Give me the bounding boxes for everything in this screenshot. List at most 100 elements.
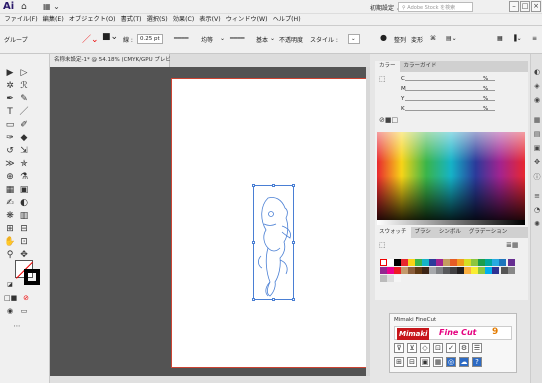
fill-color-picker[interactable]: ／⌄ <box>82 32 99 45</box>
default-colors-icon[interactable]: ◪ <box>4 279 16 291</box>
graph-tool-icon[interactable]: ▥ <box>18 210 30 222</box>
panel-menu-icon[interactable]: ▐⌄ <box>512 35 522 42</box>
tab-brushes[interactable]: ブラシ <box>411 227 435 238</box>
none-mode-icon[interactable]: ⊘ <box>20 292 32 304</box>
curvature-tool-icon[interactable]: ✎ <box>18 93 30 105</box>
fill-stroke-toggle-icon[interactable]: ⬚ <box>379 241 386 249</box>
stroke-color-swatch[interactable] <box>24 269 40 285</box>
outline-icon[interactable]: ◇ <box>420 343 430 353</box>
opacity-link[interactable]: 不透明度 <box>279 35 303 44</box>
swatch[interactable] <box>499 259 506 266</box>
selected-artwork[interactable] <box>252 184 295 301</box>
eraser-tool-icon[interactable]: ◆ <box>18 132 30 144</box>
resize-handle[interactable] <box>292 241 295 244</box>
swatch[interactable] <box>387 267 394 274</box>
resize-handle[interactable] <box>272 298 275 301</box>
blend-tool-icon[interactable]: ◐ <box>18 197 30 209</box>
draw-mode-icon[interactable]: ◉ <box>4 305 16 317</box>
swatch[interactable] <box>436 267 443 274</box>
swatch[interactable] <box>380 259 387 266</box>
variable-width-profile[interactable]: 均等 <box>201 35 213 44</box>
fill-stroke-toggle-icon[interactable]: ⬚ <box>379 75 386 83</box>
magic-wand-tool-icon[interactable]: ✲ <box>4 80 16 92</box>
menu-file[interactable]: ファイル(F) <box>2 14 40 25</box>
menu-object[interactable]: オブジェクト(O) <box>66 14 118 25</box>
list-view-icon[interactable]: ≣▦ <box>506 241 518 249</box>
layout-icon[interactable]: ⊡ <box>433 343 443 353</box>
puppet-warp-tool-icon[interactable]: ✯ <box>18 158 30 170</box>
register-mark-icon[interactable]: ⊻ <box>407 343 417 353</box>
swatch[interactable] <box>436 259 443 266</box>
swatch[interactable] <box>508 267 516 274</box>
swatch[interactable] <box>387 259 394 266</box>
trace-icon[interactable]: ⊞ <box>394 357 404 367</box>
minimize-button[interactable]: – <box>509 1 519 12</box>
width-tool-icon[interactable]: ≫ <box>4 158 16 170</box>
swatch[interactable] <box>429 267 436 274</box>
transparency-panel-icon[interactable]: ◔ <box>532 206 542 214</box>
swatch[interactable] <box>471 259 478 266</box>
artboards-panel-icon[interactable]: ▦ <box>532 116 542 124</box>
selection-tool-icon[interactable]: ▶ <box>4 67 16 79</box>
workspace-selector[interactable]: 初期設定 ⌄ <box>370 3 401 12</box>
type-tool-icon[interactable]: T <box>4 106 16 118</box>
arrange-documents-icon[interactable]: ▦ <box>497 35 503 42</box>
none-black-white-icon[interactable]: ⊘■□ <box>379 116 398 124</box>
swatch[interactable] <box>415 259 422 266</box>
style-dropdown[interactable]: ⌄ <box>348 34 360 44</box>
swatch[interactable] <box>394 259 401 266</box>
eyedropper-tool-icon[interactable]: ✍ <box>4 197 16 209</box>
frame-icon[interactable]: ▣ <box>420 357 430 367</box>
web-icon[interactable]: ◎ <box>446 357 456 367</box>
swatch[interactable] <box>415 267 422 274</box>
swatch[interactable] <box>471 267 478 274</box>
cloud-icon[interactable]: ☁ <box>459 357 469 367</box>
hand-tool-icon[interactable]: ✋ <box>4 236 16 248</box>
grid-icon[interactable]: ▦ <box>433 357 443 367</box>
stock-search-input[interactable]: ⚲ Adobe Stock を検索 <box>398 2 473 12</box>
direct-selection-tool-icon[interactable]: ▷ <box>18 67 30 79</box>
symbol-sprayer-tool-icon[interactable]: ❋ <box>4 210 16 222</box>
shape-builder-tool-icon[interactable]: ⊕ <box>4 171 16 183</box>
transform-panel-icon[interactable]: ✥ <box>532 158 542 166</box>
arrange-icon[interactable]: ▤⌄ <box>446 35 457 42</box>
align-panel-icon[interactable]: ▤ <box>532 130 542 138</box>
swatch[interactable] <box>464 259 471 266</box>
swatch[interactable] <box>429 259 436 266</box>
menu-help[interactable]: ヘルプ(H) <box>270 14 303 25</box>
appearance-panel-icon[interactable]: ◉ <box>532 96 542 104</box>
document-tab[interactable]: 名称未設定-1* @ 54.18% (CMYK/GPU プレビュー) × <box>50 54 190 67</box>
paintbrush-tool-icon[interactable]: ✐ <box>18 119 30 131</box>
list-icon[interactable]: ☰ <box>472 343 482 353</box>
swatch[interactable] <box>380 275 387 282</box>
swatch[interactable] <box>380 267 387 274</box>
rotate-tool-icon[interactable]: ↺ <box>4 145 16 157</box>
tab-color[interactable]: カラー <box>375 61 400 72</box>
color-mode-icon[interactable]: □■ <box>4 292 17 304</box>
menu-window[interactable]: ウィンドウ(W) <box>223 14 270 25</box>
swatch[interactable] <box>394 267 401 274</box>
more-options-icon[interactable]: ≡ <box>532 35 537 42</box>
swatch[interactable] <box>478 259 485 266</box>
swatch[interactable] <box>443 267 450 274</box>
swatch[interactable] <box>457 267 464 274</box>
extract-icon[interactable]: ⊟ <box>407 357 417 367</box>
swatch[interactable] <box>408 259 415 266</box>
tab-swatches[interactable]: スウォッチ <box>375 227 411 238</box>
resize-handle[interactable] <box>252 184 255 187</box>
pen-tool-icon[interactable]: ✒ <box>4 93 16 105</box>
brush-definition[interactable]: 基本 <box>256 35 268 44</box>
swatch[interactable] <box>401 259 408 266</box>
resize-handle[interactable] <box>252 298 255 301</box>
menu-select[interactable]: 選択(S) <box>144 14 170 25</box>
stroke-weight-field[interactable]: 0.25 pt <box>137 34 163 44</box>
swatch[interactable] <box>485 259 492 266</box>
channel-c-slider[interactable] <box>405 76 495 81</box>
swatch[interactable] <box>422 259 429 266</box>
swatch[interactable] <box>508 259 516 266</box>
swatch[interactable] <box>464 267 471 274</box>
pathfinder-panel-icon[interactable]: ▣ <box>532 144 542 152</box>
swatch[interactable] <box>443 259 450 266</box>
channel-k-slider[interactable] <box>405 106 495 111</box>
channel-m-slider[interactable] <box>405 86 495 91</box>
